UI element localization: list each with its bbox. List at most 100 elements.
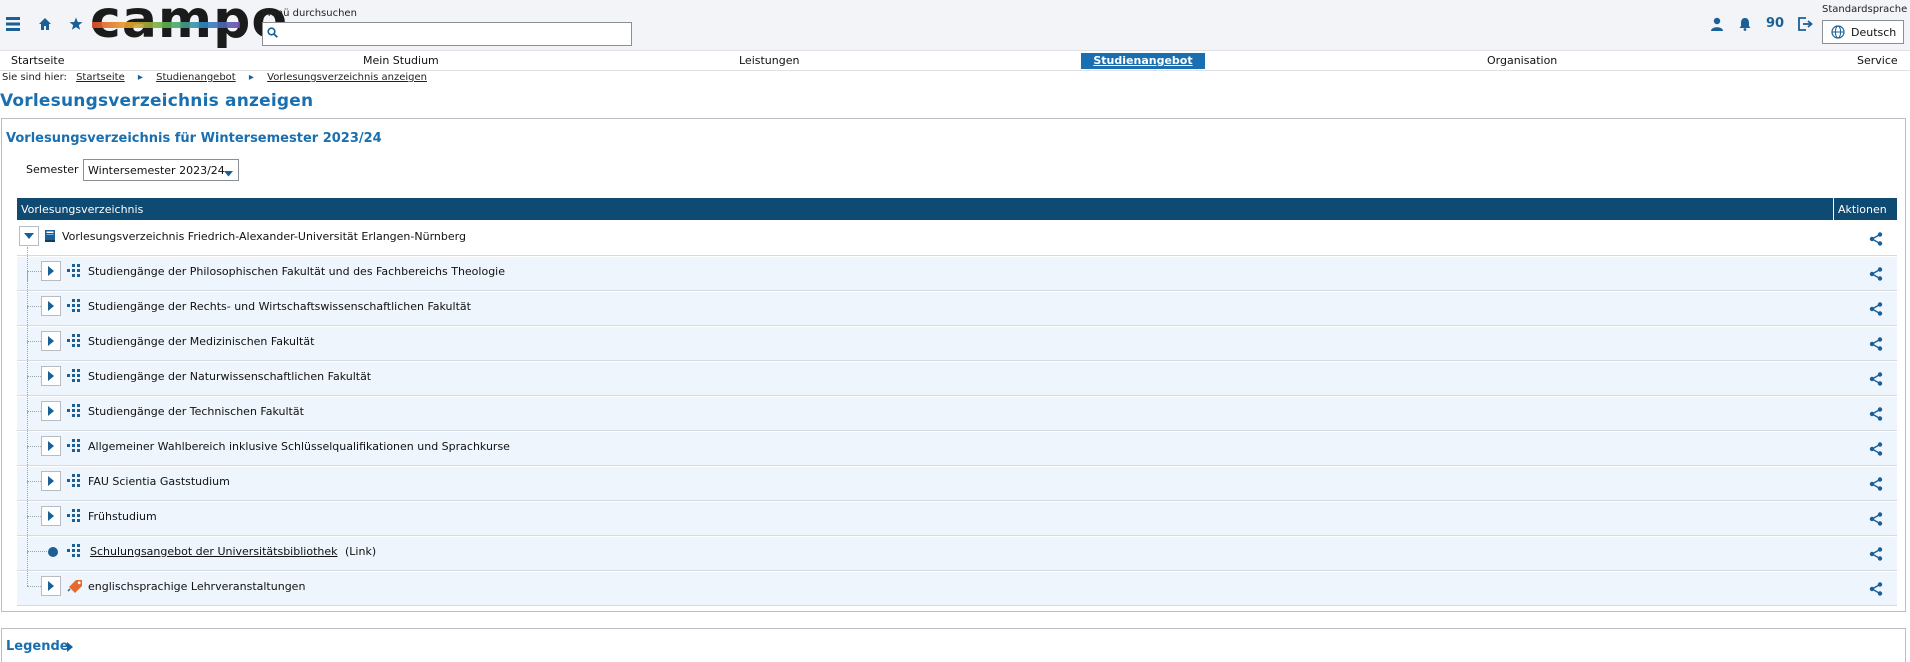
top-header: campo Menü durchsuchen 90 Standardsprach… [0, 0, 1910, 51]
user-icon[interactable] [1710, 17, 1724, 34]
share-icon[interactable] [1869, 582, 1883, 599]
home-icon[interactable] [38, 17, 52, 34]
expand-toggle[interactable] [41, 506, 61, 526]
nav-studienangebot[interactable]: Studienangebot [1081, 53, 1205, 69]
tree-label[interactable]: Studiengänge der Medizinischen Fakultät [88, 335, 314, 348]
tree-row: Schulungsangebot der Universitätsbibliot… [17, 517, 1897, 571]
tree-connector [27, 306, 41, 307]
breadcrumb: Sie sind hier: Startseite ▸ Studienangeb… [2, 72, 427, 83]
tree-connector [27, 341, 41, 342]
tree-connector [27, 307, 28, 341]
tree-label: Schulungsangebot der Universitätsbibliot… [90, 545, 376, 558]
expand-toggle[interactable] [41, 576, 61, 596]
globe-icon [1831, 25, 1845, 42]
book-icon [43, 229, 57, 246]
expand-toggle[interactable] [41, 401, 61, 421]
tree-connector [27, 411, 41, 412]
share-icon[interactable] [1869, 547, 1883, 564]
expand-toggle[interactable] [41, 436, 61, 456]
chevron-down-icon [224, 167, 233, 180]
tree-connector [27, 482, 28, 516]
bell-icon[interactable] [1738, 17, 1752, 34]
tree-row: Studiengänge der Technischen Fakultät [17, 377, 1897, 431]
tree-label[interactable]: FAU Scientia Gaststudium [88, 475, 230, 488]
tree-label[interactable]: Studiengänge der Technischen Fakultät [88, 405, 304, 418]
tree-label[interactable]: Studiengänge der Rechts- und Wirtschafts… [88, 300, 471, 313]
nav-startseite[interactable]: Startseite [11, 53, 65, 69]
language-button[interactable]: Deutsch [1822, 20, 1904, 44]
star-icon[interactable] [69, 17, 83, 34]
nav-leistungen[interactable]: Leistungen [739, 53, 799, 69]
expand-toggle[interactable] [41, 296, 61, 316]
tree-connector [27, 272, 28, 306]
expand-toggle[interactable] [41, 366, 61, 386]
panel-title: Vorlesungsverzeichnis für Wintersemester… [6, 131, 382, 146]
tree-row: Studiengänge der Philosophischen Fakultä… [17, 247, 1897, 291]
tree-label[interactable]: Vorlesungsverzeichnis Friedrich-Alexande… [62, 230, 466, 243]
tree-connector [27, 516, 41, 517]
breadcrumb-separator-icon: ▸ [137, 72, 143, 83]
share-icon[interactable] [1869, 372, 1883, 389]
semester-select[interactable]: Wintersemester 2023/24 [83, 159, 239, 181]
expand-toggle[interactable] [41, 331, 61, 351]
share-icon[interactable] [1869, 232, 1883, 249]
tree-connector [27, 551, 47, 552]
share-icon[interactable] [1869, 442, 1883, 459]
tree-link[interactable]: Schulungsangebot der Universitätsbibliot… [90, 545, 338, 558]
tree-label[interactable]: Frühstudium [88, 510, 157, 523]
share-icon[interactable] [1869, 302, 1883, 319]
tree-connector [27, 376, 41, 377]
tree-label[interactable]: Studiengänge der Naturwissenschaftlichen… [88, 370, 371, 383]
breadcrumb-separator-icon: ▸ [248, 72, 254, 83]
share-icon[interactable] [1869, 477, 1883, 494]
notification-count[interactable]: 90 [1766, 16, 1784, 31]
breadcrumb-prefix: Sie sind hier: [2, 72, 67, 83]
tree-connector [27, 552, 28, 586]
tree-label[interactable]: englischsprachige Lehrveranstaltungen [88, 580, 305, 593]
nav-service[interactable]: Service [1857, 53, 1898, 69]
structure-icon [67, 544, 83, 561]
share-icon[interactable] [1869, 512, 1883, 529]
tree-connector [27, 446, 41, 447]
tree-row: Frühstudium [17, 482, 1897, 536]
semester-value: Wintersemester 2023/24 [88, 164, 225, 177]
tree-row: Studiengänge der Rechts- und Wirtschafts… [17, 272, 1897, 326]
hamburger-menu-icon[interactable] [6, 16, 20, 35]
structure-icon [67, 334, 83, 351]
expand-toggle[interactable] [41, 261, 61, 281]
tree-connector [27, 447, 28, 481]
chevron-right-icon[interactable] [66, 642, 74, 655]
share-icon[interactable] [1869, 267, 1883, 284]
search-icon [267, 27, 278, 41]
tree-row: FAU Scientia Gaststudium [17, 447, 1897, 501]
breadcrumb-current[interactable]: Vorlesungsverzeichnis anzeigen [267, 72, 427, 83]
breadcrumb-startseite[interactable]: Startseite [76, 72, 125, 83]
structure-icon [67, 404, 83, 421]
structure-icon [67, 474, 83, 491]
tree-label[interactable]: Allgemeiner Wahlbereich inklusive Schlüs… [88, 440, 510, 453]
structure-icon [67, 509, 83, 526]
course-catalog-panel: Vorlesungsverzeichnis für Wintersemester… [1, 118, 1906, 612]
breadcrumb-studienangebot[interactable]: Studienangebot [156, 72, 236, 83]
tree-row-root: Vorlesungsverzeichnis Friedrich-Alexande… [17, 222, 1897, 256]
menu-search-input[interactable] [281, 25, 625, 43]
logout-icon[interactable] [1798, 17, 1813, 34]
main-navigation: Startseite Mein Studium Leistungen Studi… [0, 52, 1910, 71]
expand-toggle[interactable] [41, 471, 61, 491]
language-label: Standardsprache [1822, 4, 1908, 15]
share-icon[interactable] [1869, 407, 1883, 424]
tree-row: Allgemeiner Wahlbereich inklusive Schlüs… [17, 412, 1897, 466]
tree-label[interactable]: Studiengänge der Philosophischen Fakultä… [88, 265, 505, 278]
menu-search-box[interactable] [262, 22, 632, 46]
legend-title[interactable]: Legende [6, 639, 69, 654]
structure-icon [67, 299, 83, 316]
nav-mein-studium[interactable]: Mein Studium [363, 53, 439, 69]
share-icon[interactable] [1869, 337, 1883, 354]
nav-organisation[interactable]: Organisation [1487, 53, 1557, 69]
tree-row: englischsprachige Lehrveranstaltungen [17, 552, 1897, 606]
tree-connector [27, 517, 28, 551]
collapse-toggle[interactable] [19, 226, 39, 246]
legend-panel[interactable]: Legende [1, 628, 1906, 662]
tree-connector [27, 342, 28, 376]
page-title: Vorlesungsverzeichnis anzeigen [0, 91, 314, 111]
